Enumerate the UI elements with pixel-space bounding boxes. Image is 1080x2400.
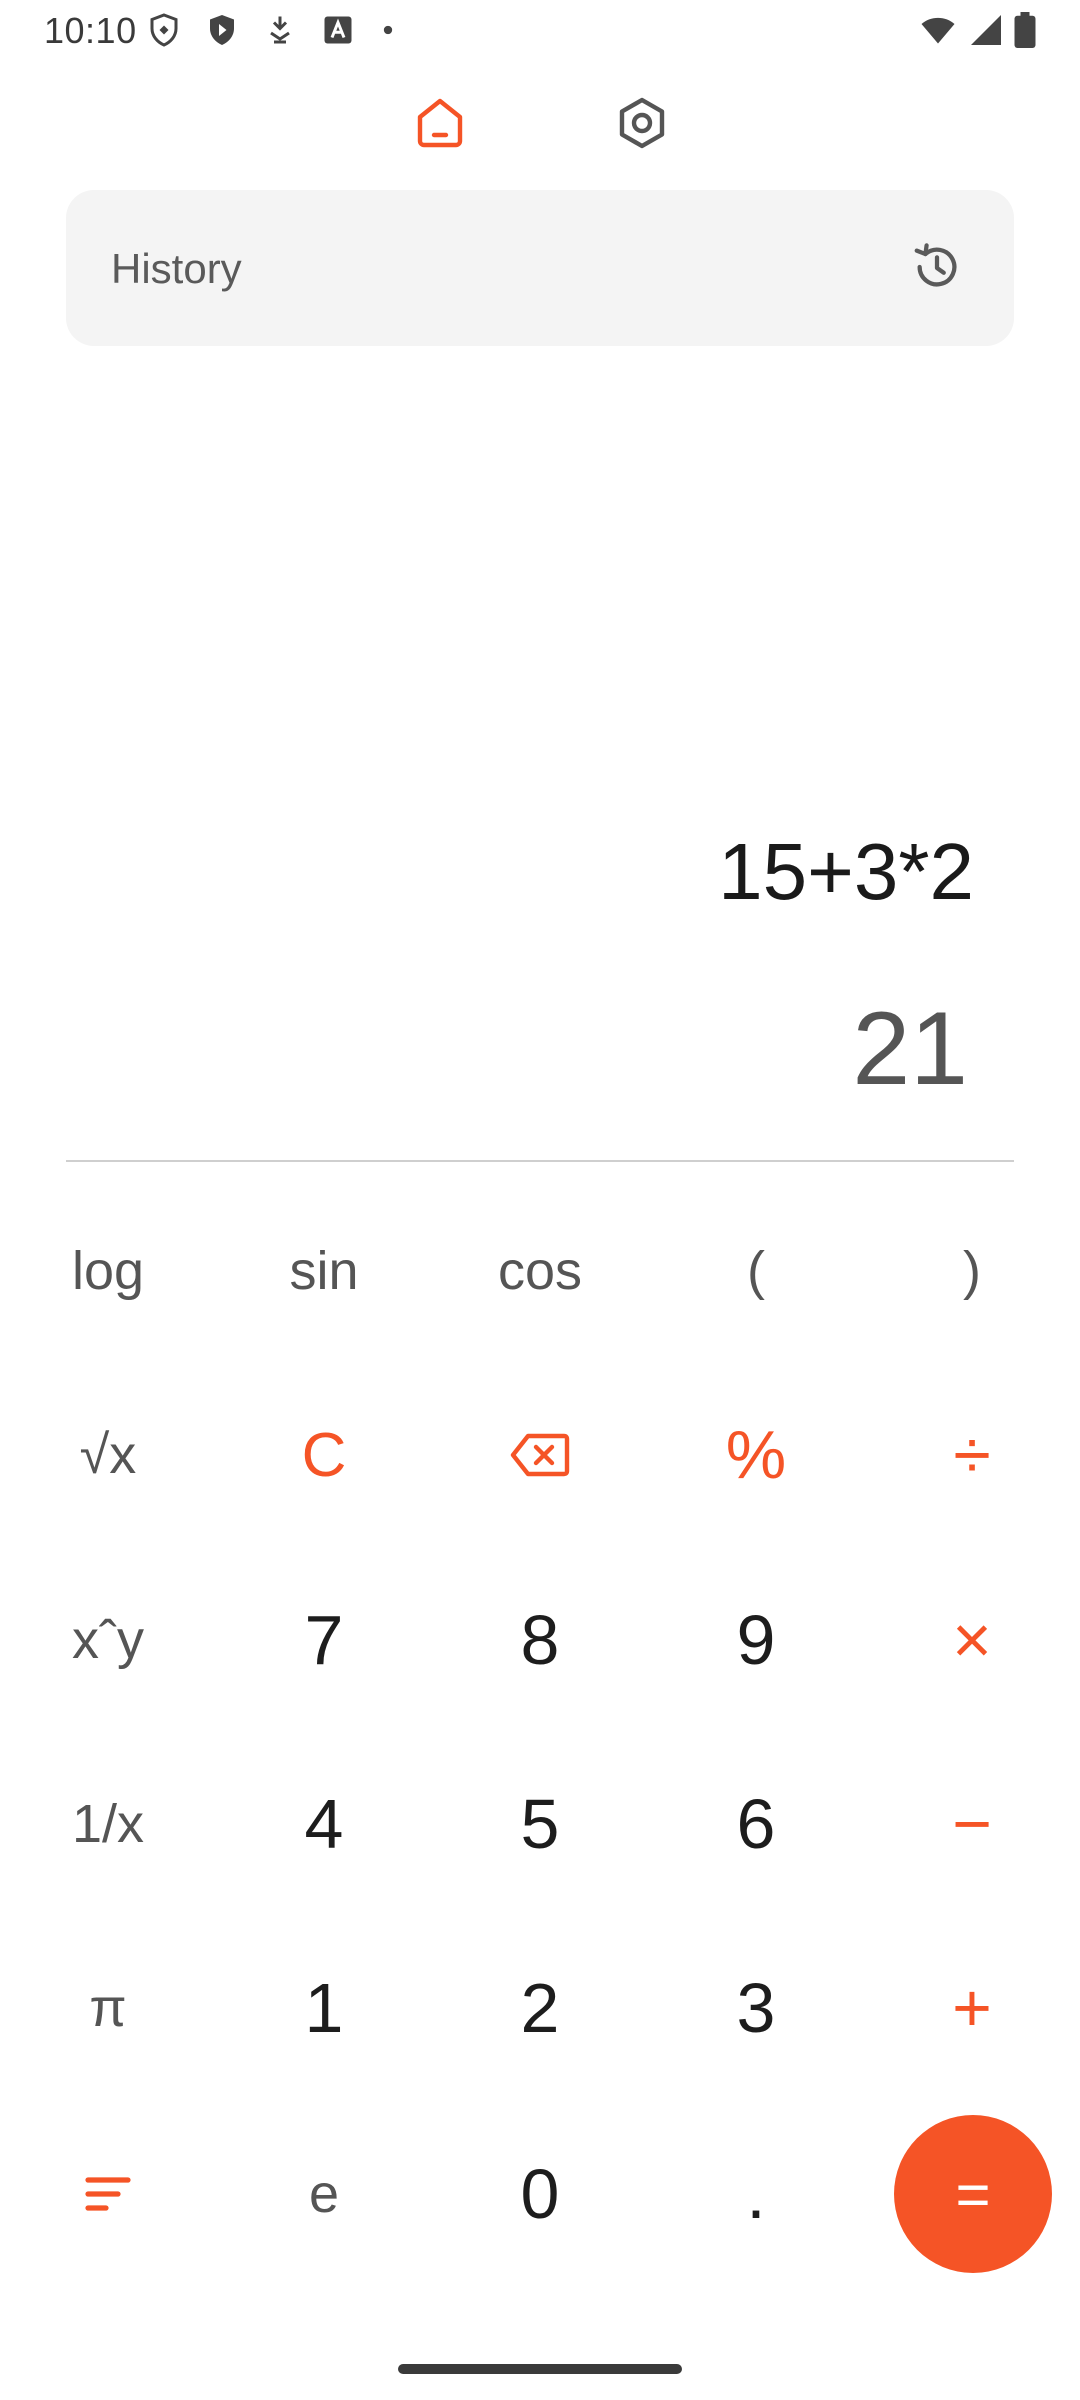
hexagon-settings-icon <box>619 97 665 149</box>
status-left-icons <box>146 12 398 48</box>
font-icon <box>324 16 352 44</box>
key-power[interactable]: xˆy <box>28 1575 188 1705</box>
nav-settings-button[interactable] <box>614 95 670 151</box>
download-icon <box>270 16 290 44</box>
display-divider <box>66 1160 1014 1162</box>
menu-lines-icon <box>85 2177 131 2211</box>
nav-home-button[interactable] <box>412 95 468 151</box>
key-plus[interactable]: + <box>892 1943 1052 2073</box>
key-dot[interactable]: . <box>676 2129 836 2259</box>
wifi-icon <box>921 17 955 44</box>
result-display: 21 <box>852 991 968 1107</box>
history-label: History <box>111 245 242 292</box>
signal-icon <box>971 15 1001 45</box>
status-time: 10:10 <box>44 10 137 51</box>
home-indicator[interactable] <box>398 2364 682 2374</box>
history-clock-icon[interactable] <box>910 240 964 294</box>
dot-icon <box>383 25 393 35</box>
key-8[interactable]: 8 <box>460 1575 620 1705</box>
key-3[interactable]: 3 <box>676 1943 836 2073</box>
key-reciprocal[interactable]: 1/x <box>28 1759 188 1889</box>
key-sqrt[interactable]: √x <box>28 1390 188 1520</box>
key-7[interactable]: 7 <box>244 1575 404 1705</box>
key-1[interactable]: 1 <box>244 1943 404 2073</box>
key-multiply[interactable]: × <box>892 1575 1052 1705</box>
key-percent[interactable]: % <box>676 1390 836 1520</box>
key-equals[interactable]: = <box>894 2115 1052 2273</box>
key-9[interactable]: 9 <box>676 1575 836 1705</box>
vpn-shield-icon <box>150 13 178 47</box>
key-menu[interactable] <box>28 2129 188 2259</box>
key-6[interactable]: 6 <box>676 1759 836 1889</box>
home-icon <box>417 98 463 148</box>
key-paren-close[interactable]: ) <box>892 1206 1052 1336</box>
key-clear[interactable]: C <box>244 1390 404 1520</box>
key-minus[interactable]: − <box>892 1759 1052 1889</box>
key-divide[interactable]: ÷ <box>892 1390 1052 1520</box>
top-nav <box>0 95 1080 155</box>
key-cos[interactable]: cos <box>460 1206 620 1336</box>
key-5[interactable]: 5 <box>460 1759 620 1889</box>
expression-display[interactable]: 15+3*2 <box>718 826 974 918</box>
key-sin[interactable]: sin <box>244 1206 404 1336</box>
status-right-icons <box>918 12 1036 48</box>
backspace-icon <box>510 1433 570 1477</box>
status-bar: 10:10 <box>0 0 1080 62</box>
key-0[interactable]: 0 <box>460 2129 620 2259</box>
key-log[interactable]: log <box>28 1206 188 1336</box>
history-bar[interactable]: History <box>66 190 1014 346</box>
battery-icon <box>1014 12 1036 48</box>
key-2[interactable]: 2 <box>460 1943 620 2073</box>
key-paren-open[interactable]: ( <box>676 1206 836 1336</box>
key-pi[interactable]: π <box>28 1943 188 2073</box>
key-e[interactable]: e <box>244 2129 404 2259</box>
key-backspace[interactable] <box>460 1390 620 1520</box>
shield-icon <box>210 15 234 45</box>
key-4[interactable]: 4 <box>244 1759 404 1889</box>
